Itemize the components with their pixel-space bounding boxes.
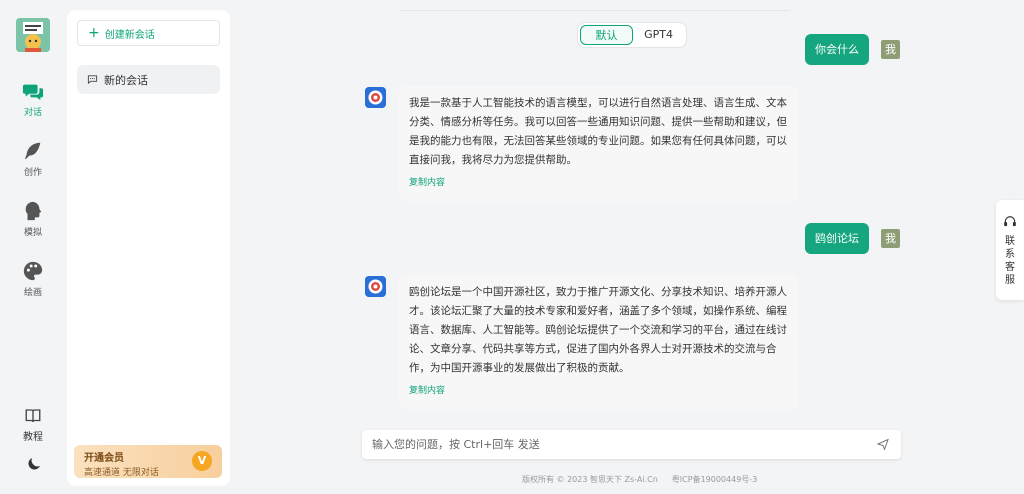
rail-item-paint[interactable]: 绘画 [0, 260, 66, 298]
user-bubble: 你会什么 [805, 34, 869, 65]
copy-button[interactable]: 复制内容 [409, 382, 788, 401]
rail-item-tutorial[interactable]: 教程 [0, 407, 66, 443]
new-chat-button[interactable]: + 创建新会话 [77, 20, 220, 46]
mode-switch: 默认 GPT4 [577, 22, 687, 48]
user-message: 你会什么 我 [805, 34, 900, 65]
rail-item-simulate[interactable]: 模拟 [0, 200, 66, 238]
new-chat-label: 创建新会话 [104, 29, 155, 41]
user-avatar: 我 [881, 40, 900, 59]
book-icon [25, 409, 41, 423]
rail-item-chat[interactable]: 对话 [0, 80, 66, 118]
session-item[interactable]: 新的会话 [77, 65, 220, 94]
bot-message: 我是一款基于人工智能技术的语言模型，可以进行自然语言处理、语言生成、文本分类、情… [399, 86, 798, 201]
session-label: 新的会话 [104, 73, 148, 87]
chat-icon [22, 84, 44, 101]
palette-icon [23, 261, 43, 281]
vip-subtitle: 高速通道 无限对话 [84, 468, 159, 478]
bot-message: 鸥创论坛是一个中国开源社区，致力于推广开源文化、分享技术知识、培养开源人才。该论… [399, 275, 798, 409]
contact-label: 联系客服 [1005, 236, 1015, 286]
footer: 版权所有 © 2023 智思天下 Zs-Ai.Cn 粤ICP备19000449号… [522, 474, 757, 485]
chat-input-box [362, 430, 901, 459]
session-panel: + 创建新会话 新的会话 开通会员 高速通道 无限对话 V [67, 10, 230, 486]
contact-service-button[interactable]: 联系客服 [996, 200, 1024, 300]
user-bubble: 鸥创论坛 [805, 223, 869, 254]
rail-item-label: 绘画 [23, 288, 42, 298]
head-icon [25, 201, 42, 221]
vip-badge-icon: V [192, 451, 212, 471]
copyright-text: 版权所有 © 2023 智思天下 Zs-Ai.Cn [522, 475, 658, 484]
mode-default-button[interactable]: 默认 [580, 25, 633, 45]
icp-link[interactable]: 粤ICP备19000449号-3 [672, 474, 757, 485]
rail-item-label: 教程 [23, 432, 43, 443]
divider [400, 10, 790, 11]
user-message: 鸥创论坛 我 [805, 223, 900, 254]
bot-message-text: 鸥创论坛是一个中国开源社区，致力于推广开源文化、分享技术知识、培养开源人才。该论… [409, 286, 787, 374]
rail-item-label: 对话 [23, 108, 42, 118]
copy-button[interactable]: 复制内容 [409, 174, 788, 193]
rail-item-label: 模拟 [23, 228, 42, 238]
message-icon [87, 75, 98, 85]
vip-banner[interactable]: 开通会员 高速通道 无限对话 V [74, 445, 222, 478]
feather-icon [24, 142, 41, 160]
send-icon[interactable] [877, 438, 889, 450]
bot-avatar-icon [365, 87, 386, 108]
rail-item-create[interactable]: 创作 [0, 140, 66, 178]
headset-icon [1004, 216, 1016, 227]
rail-item-label: 创作 [23, 168, 42, 178]
user-avatar: 我 [881, 229, 900, 248]
chat-input[interactable] [362, 430, 852, 459]
bot-avatar-icon [365, 276, 386, 297]
mode-gpt4-button[interactable]: GPT4 [633, 25, 684, 45]
left-rail: 对话 创作 模拟 绘画 教程 [0, 0, 66, 494]
avatar[interactable] [16, 18, 50, 52]
bot-message-text: 我是一款基于人工智能技术的语言模型，可以进行自然语言处理、语言生成、文本分类、情… [409, 97, 787, 166]
plus-icon: + [88, 25, 100, 41]
moon-icon[interactable] [25, 455, 43, 473]
